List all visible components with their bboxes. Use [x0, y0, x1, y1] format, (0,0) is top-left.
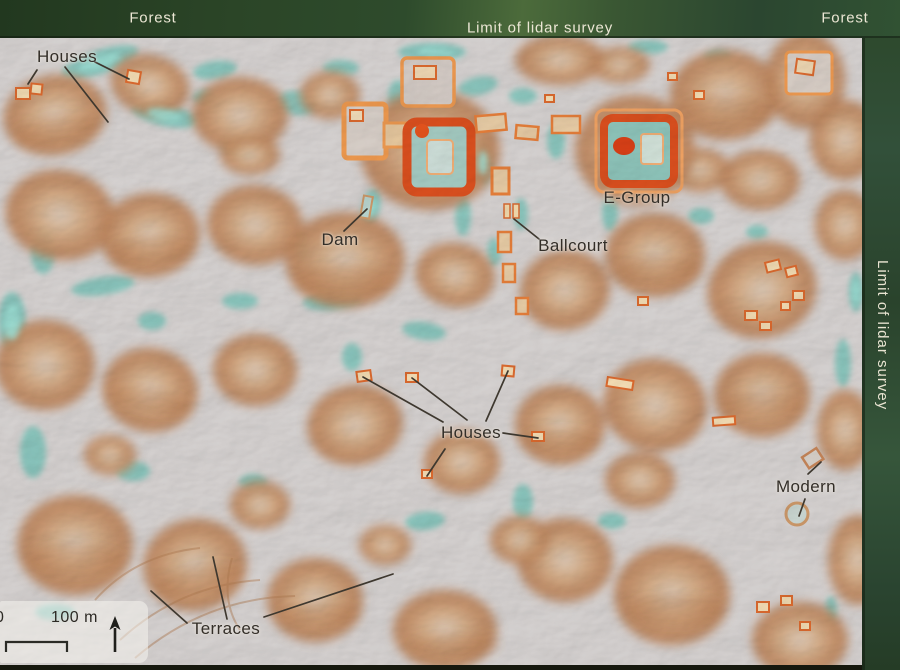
map-label-terraces: Terraces — [191, 619, 261, 638]
lidar-terrain-image — [0, 0, 900, 670]
forest-label-right: Forest — [821, 9, 869, 27]
lidar-limit-label-top: Limit of lidar survey — [466, 19, 614, 37]
map-label-houses-center: Houses — [440, 423, 502, 442]
map-label-e-group: E-Group — [603, 188, 671, 207]
forest-right-bar: Limit of lidar survey — [862, 0, 900, 670]
scale-marks — [4, 616, 121, 652]
map-label-dam: Dam — [321, 230, 359, 249]
bottom-edge-strip — [0, 665, 862, 670]
lidar-limit-label-right: Limit of lidar survey — [874, 259, 891, 411]
scale-panel: 0 100 m — [0, 601, 148, 663]
scale-bar-bracket — [4, 640, 69, 652]
map-label-modern: Modern — [775, 477, 837, 496]
lidar-figure: Houses Dam Ballcourt E-Group Houses Modern Ter… — [0, 0, 900, 670]
map-label-houses-nw: Houses — [36, 47, 98, 66]
north-arrow-icon — [109, 616, 121, 652]
map-label-ballcourt: Ballcourt — [538, 236, 608, 255]
forest-top-bar: Forest Limit of lidar survey Forest — [0, 0, 900, 38]
forest-label-left: Forest — [129, 9, 177, 27]
relief-texture — [0, 36, 900, 670]
